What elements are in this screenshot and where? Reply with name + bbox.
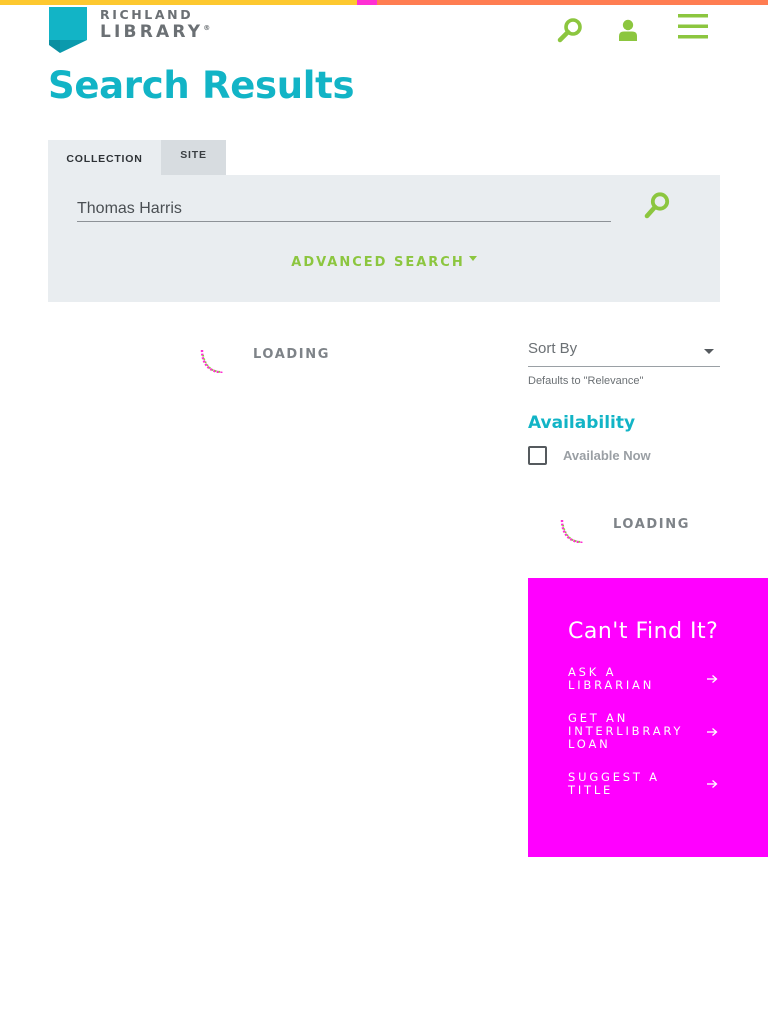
interlibrary-loan-label: GET AN INTERLIBRARY LOAN bbox=[568, 711, 684, 751]
caret-down-icon bbox=[704, 349, 714, 354]
logo-line-2-text: LIBRARY bbox=[100, 21, 204, 42]
available-now-filter[interactable]: Available Now bbox=[528, 446, 651, 465]
advanced-search-label: ADVANCED SEARCH bbox=[291, 255, 465, 270]
search-input[interactable] bbox=[77, 193, 611, 222]
results-loading: LOADING bbox=[199, 347, 330, 373]
top-color-stripe bbox=[0, 0, 768, 5]
cant-find-it-panel: Can't Find It? ASK A LIBRARIAN GET AN IN… bbox=[528, 578, 768, 857]
stripe-orange bbox=[377, 0, 768, 5]
search-panel: ADVANCED SEARCH bbox=[48, 175, 720, 302]
arrow-right-icon bbox=[707, 675, 718, 683]
richland-library-logo[interactable]: RICHLAND LIBRARY® bbox=[48, 7, 218, 53]
chevron-down-icon bbox=[468, 256, 477, 261]
search-tabs: COLLECTION SITE bbox=[48, 140, 226, 175]
header-search-button[interactable] bbox=[557, 17, 583, 43]
arrow-right-icon bbox=[707, 780, 718, 788]
logo-book-icon bbox=[48, 7, 88, 53]
hamburger-menu-icon bbox=[678, 14, 708, 39]
loading-spinner-icon bbox=[560, 519, 584, 543]
loading-label: LOADING bbox=[253, 347, 330, 362]
suggest-a-title-label: SUGGEST A TITLE bbox=[568, 770, 660, 797]
logo-wordmark: RICHLAND LIBRARY® bbox=[100, 7, 211, 42]
search-icon bbox=[557, 18, 582, 43]
cant-find-it-heading: Can't Find It? bbox=[568, 619, 719, 644]
stripe-pink bbox=[357, 0, 377, 5]
sort-by-label: Sort By bbox=[528, 340, 578, 357]
suggest-a-title-link[interactable]: SUGGEST A TITLE bbox=[568, 771, 718, 797]
header-menu-button[interactable] bbox=[677, 14, 709, 40]
tab-site[interactable]: SITE bbox=[161, 140, 226, 175]
tab-collection[interactable]: COLLECTION bbox=[48, 140, 161, 175]
facets-loading: LOADING bbox=[559, 517, 690, 543]
sort-default-hint: Defaults to "Relevance" bbox=[528, 375, 644, 387]
interlibrary-loan-link[interactable]: GET AN INTERLIBRARY LOAN bbox=[568, 712, 718, 751]
available-now-label: Available Now bbox=[563, 448, 651, 463]
page-title: Search Results bbox=[48, 64, 355, 107]
user-icon bbox=[619, 19, 637, 41]
ask-a-librarian-link[interactable]: ASK A LIBRARIAN bbox=[568, 666, 718, 692]
logo-line-1: RICHLAND bbox=[100, 7, 194, 22]
search-submit-button[interactable] bbox=[643, 191, 671, 219]
logo-line-2: LIBRARY® bbox=[100, 21, 211, 42]
header-account-button[interactable] bbox=[617, 19, 639, 41]
available-now-checkbox[interactable] bbox=[528, 446, 547, 465]
arrow-right-icon bbox=[707, 727, 718, 736]
stripe-yellow bbox=[0, 0, 357, 5]
availability-heading: Availability bbox=[528, 413, 636, 433]
sort-by-dropdown[interactable]: Sort By bbox=[528, 340, 720, 367]
loading-spinner-icon bbox=[200, 349, 224, 373]
search-icon bbox=[644, 192, 670, 219]
advanced-search-toggle[interactable]: ADVANCED SEARCH bbox=[48, 255, 720, 270]
loading-label: LOADING bbox=[613, 517, 690, 532]
registered-mark: ® bbox=[203, 23, 211, 32]
ask-a-librarian-label: ASK A LIBRARIAN bbox=[568, 665, 655, 692]
